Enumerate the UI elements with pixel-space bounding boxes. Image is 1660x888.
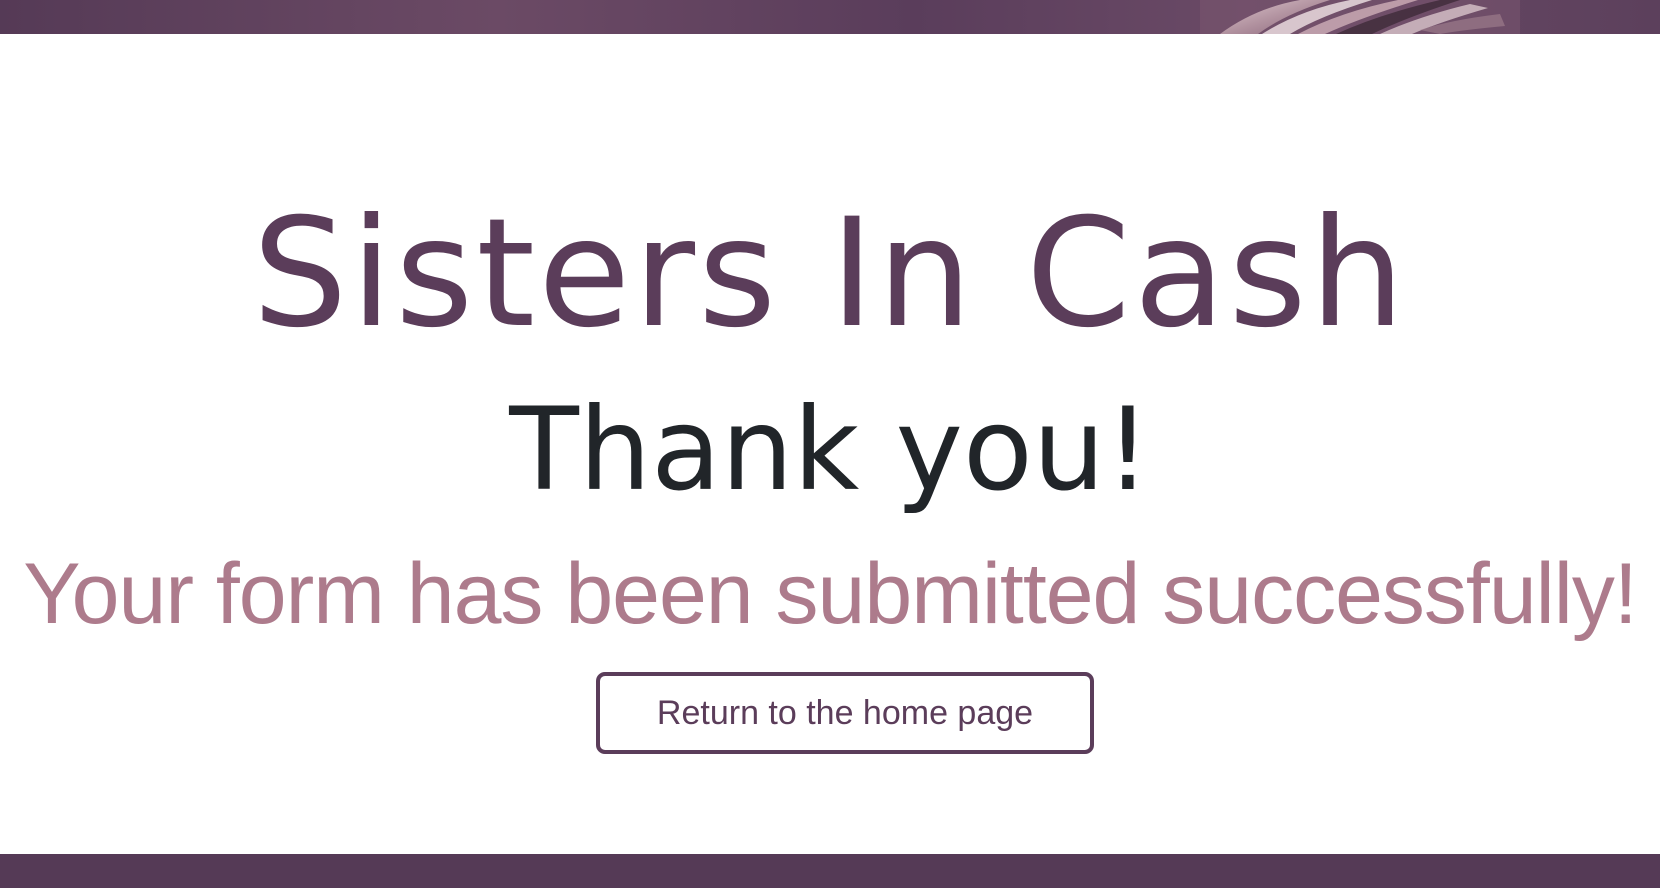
return-home-button[interactable]: Return to the home page bbox=[596, 672, 1094, 754]
banner-photo bbox=[1200, 0, 1520, 34]
top-banner bbox=[0, 0, 1660, 34]
brand-title: Sisters In Cash bbox=[252, 187, 1408, 361]
main-content: Sisters In Cash Thank you! Your form has… bbox=[0, 34, 1660, 854]
thank-you-heading: Thank you! bbox=[509, 383, 1151, 516]
success-message: Your form has been submitted successfull… bbox=[23, 546, 1638, 642]
footer-bar bbox=[0, 854, 1660, 888]
